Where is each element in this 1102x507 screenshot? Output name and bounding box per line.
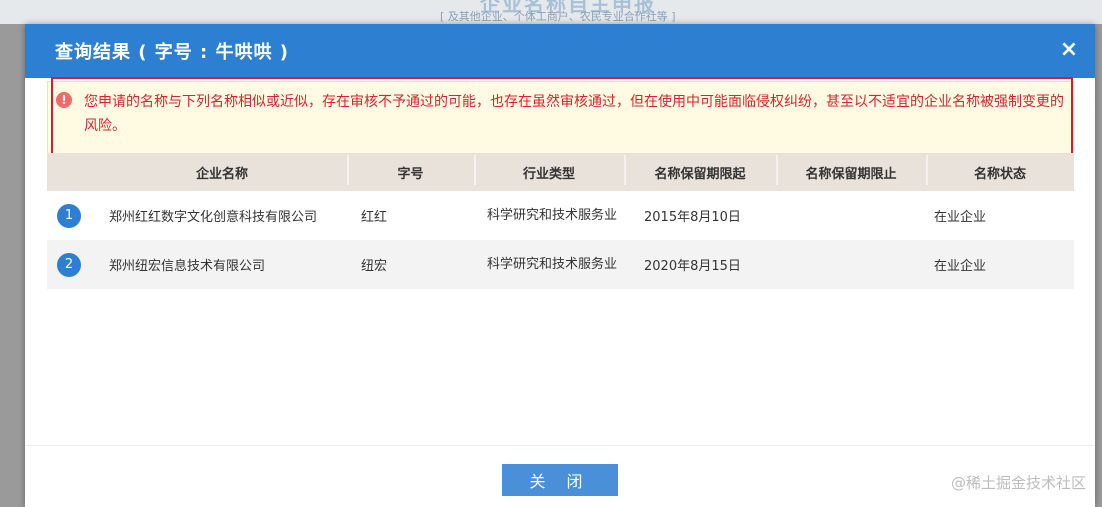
word-cell: 红红 <box>361 210 388 225</box>
word-cell: 纽宏 <box>361 259 388 274</box>
industry-cell: 科学研究和技术服务业 <box>487 256 618 272</box>
header-status: 名称状态 <box>926 154 1074 185</box>
company-name-cell: 郑州纽宏信息技术有限公司 <box>109 259 266 274</box>
query-result-dialog: 查询结果 ( 字号 : 牛哄哄 ) × ! 您申请的名称与下列名称相似或近似，存… <box>25 24 1095 507</box>
status-cell: 在业企业 <box>934 259 987 274</box>
warning-text: 您申请的名称与下列名称相似或近似，存在审核不予通过的可能，也存在虽然审核通过，但… <box>84 94 1064 134</box>
close-icon[interactable]: × <box>1059 39 1079 61</box>
table-header: 企业名称 字号 行业类型 名称保留期限起 名称保留期限止 名称状态 <box>47 153 1074 191</box>
reserve-start-cell: 2015年8月10日 <box>644 210 741 225</box>
header-reserve-start: 名称保留期限起 <box>624 154 776 185</box>
dialog-title: 查询结果 ( 字号 : 牛哄哄 ) <box>55 42 289 63</box>
background-page-header: 企业名称自主申报 [ 及其他企业、个体工商户、农民专业合作社等 ] <box>0 0 1102 24</box>
row-index-cell: 2 <box>47 252 97 277</box>
row-number-badge: 1 <box>57 203 81 228</box>
footer-divider <box>25 445 1095 446</box>
header-company-name: 企业名称 <box>195 166 248 182</box>
dialog-header: 查询结果 ( 字号 : 牛哄哄 ) × <box>25 24 1095 78</box>
background-subtitle: [ 及其他企业、个体工商户、农民专业合作社等 ] <box>440 10 676 23</box>
header-reserve-end: 名称保留期限止 <box>776 154 926 185</box>
row-index-cell: 1 <box>47 203 97 228</box>
watermark-text: @稀土掘金技术社区 <box>950 474 1086 492</box>
reserve-start-cell: 2020年8月15日 <box>644 259 741 274</box>
table-row: 1 郑州红红数字文化创意科技有限公司 红红 科学研究和技术服务业 2015年8月… <box>47 191 1074 240</box>
header-industry: 行业类型 <box>474 154 624 185</box>
close-button[interactable]: 关 闭 <box>502 464 618 496</box>
company-name-cell: 郑州红红数字文化创意科技有限公司 <box>109 210 318 225</box>
warning-icon: ! <box>56 92 72 108</box>
header-word: 字号 <box>347 154 474 185</box>
table-row: 2 郑州纽宏信息技术有限公司 纽宏 科学研究和技术服务业 2020年8月15日 … <box>47 240 1074 289</box>
warning-box: ! 您申请的名称与下列名称相似或近似，存在审核不予通过的可能，也存在虽然审核通过… <box>47 81 1074 159</box>
industry-cell: 科学研究和技术服务业 <box>487 207 618 223</box>
status-cell: 在业企业 <box>934 210 987 225</box>
row-number-badge: 2 <box>57 252 81 277</box>
result-table: 企业名称 字号 行业类型 名称保留期限起 名称保留期限止 名称状态 1 郑州红红… <box>47 153 1074 289</box>
